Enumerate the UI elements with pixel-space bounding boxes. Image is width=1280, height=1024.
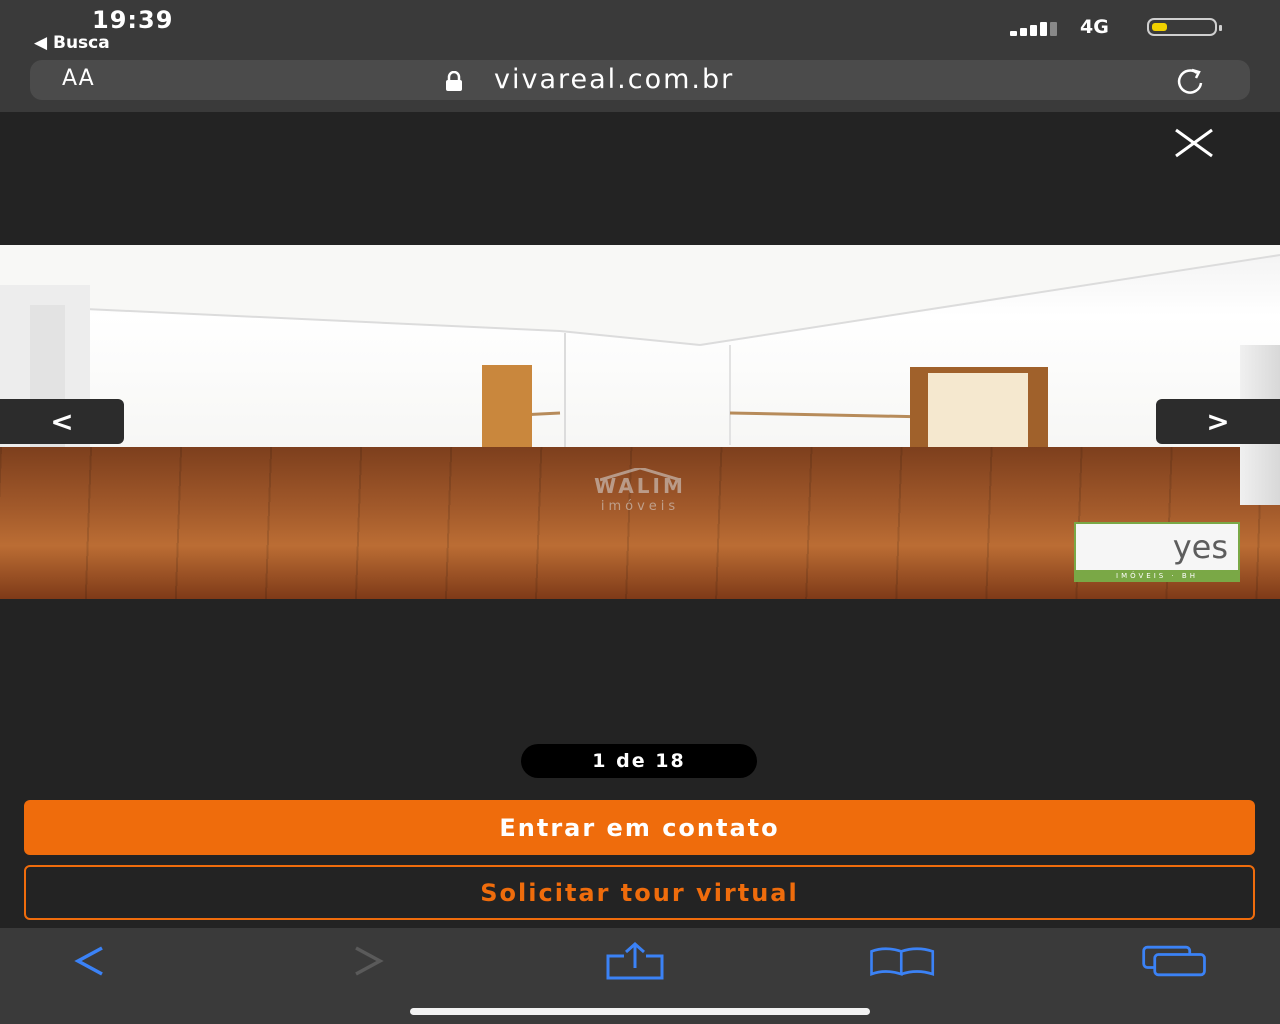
share-icon[interactable]	[600, 942, 670, 980]
clock: 19:39	[92, 6, 174, 34]
forward-arrow-icon[interactable]	[334, 942, 404, 980]
url-text[interactable]: vivareal.com.br	[494, 64, 734, 95]
agency-badge-text: yes	[1172, 528, 1228, 566]
browser-address-area: AA vivareal.com.br	[0, 56, 1280, 112]
lock-icon	[446, 71, 462, 91]
status-bar: 19:39 ◀ Busca 4G	[0, 0, 1280, 56]
hallway	[928, 373, 1028, 458]
tabs-icon[interactable]	[1140, 942, 1210, 980]
address-bar[interactable]: AA vivareal.com.br	[30, 60, 1250, 100]
network-type: 4G	[1080, 16, 1109, 38]
close-icon[interactable]	[1170, 128, 1218, 158]
watermark-title: WALIM	[594, 474, 686, 498]
photo-counter: 1 de 18	[521, 744, 757, 778]
signal-icon	[1010, 22, 1070, 36]
agency-badge-subtitle: IMÓVEIS · BH	[1116, 572, 1198, 580]
next-photo-button[interactable]: >	[1156, 399, 1280, 444]
virtual-tour-button[interactable]: Solicitar tour virtual	[24, 865, 1255, 920]
back-arrow-icon[interactable]	[58, 942, 128, 980]
watermark-logo: WALIM imóveis	[548, 468, 732, 518]
watermark-subtitle: imóveis	[600, 499, 680, 514]
battery-icon	[1147, 18, 1222, 36]
reload-icon[interactable]	[1170, 66, 1210, 96]
contact-button[interactable]: Entrar em contato	[24, 800, 1255, 855]
home-indicator[interactable]	[410, 1008, 870, 1015]
reader-settings-button[interactable]: AA	[62, 66, 95, 91]
previous-photo-button[interactable]: <	[0, 399, 124, 444]
back-to-app-link[interactable]: ◀ Busca	[34, 33, 110, 53]
door	[482, 365, 532, 450]
agency-badge: yes IMÓVEIS · BH	[1074, 522, 1240, 582]
bookmarks-icon[interactable]	[868, 942, 938, 980]
